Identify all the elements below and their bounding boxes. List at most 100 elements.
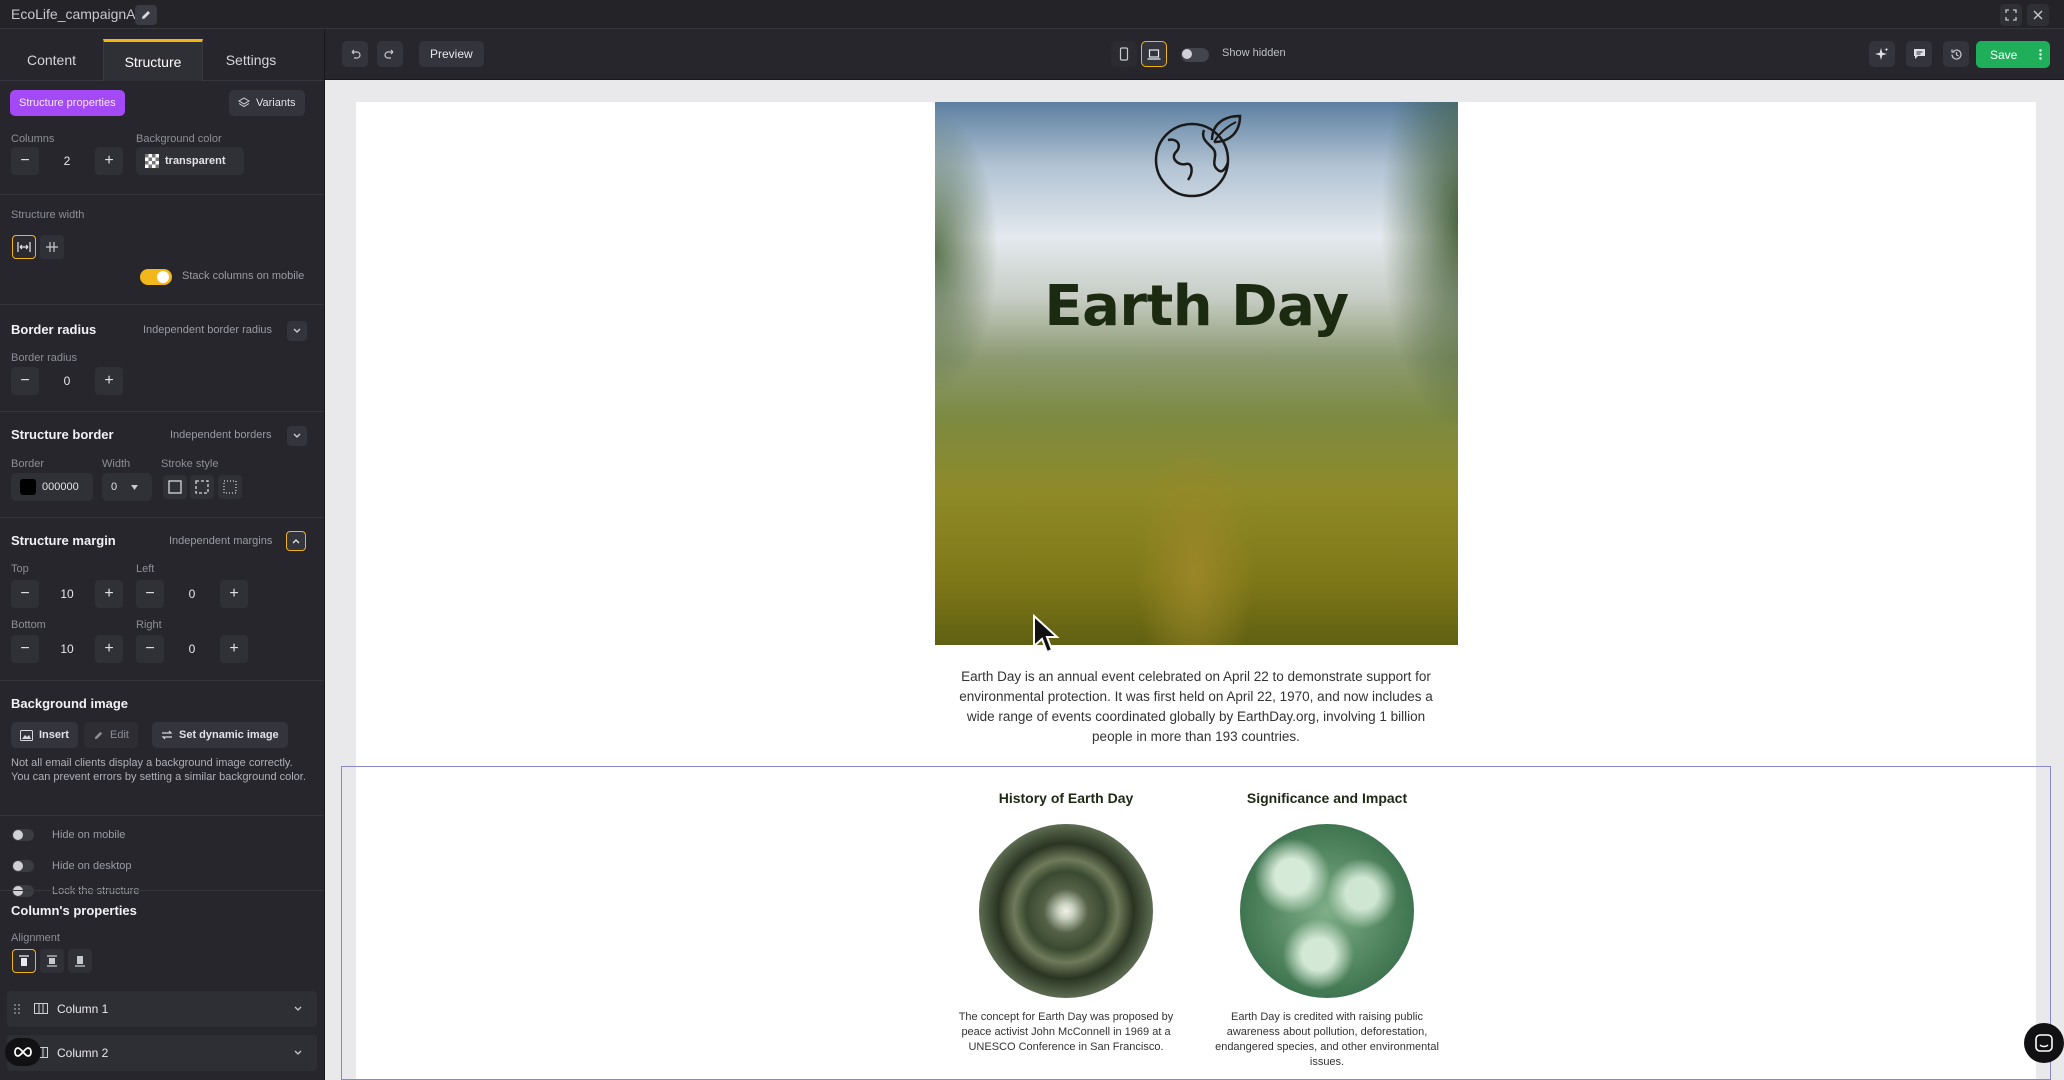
edit-image-button[interactable]: Edit [84, 722, 138, 748]
undo-icon [351, 49, 361, 59]
image-icon [20, 729, 33, 741]
comments-button[interactable] [1906, 41, 1932, 67]
fullscreen-button[interactable] [2000, 4, 2022, 26]
divider [0, 680, 324, 681]
margin-bottom-increment-button[interactable]: + [95, 635, 123, 663]
expand-icon [2005, 9, 2017, 21]
show-hidden-toggle[interactable] [1181, 48, 1209, 62]
divider [0, 517, 324, 518]
radius-decrement-button[interactable]: − [11, 367, 39, 395]
margin-right-increment-button[interactable]: + [220, 635, 248, 663]
close-icon [2033, 10, 2043, 20]
save-button[interactable]: Save [1976, 41, 2050, 68]
independent-margins-label: Independent margins [169, 535, 273, 547]
column-2-label: Column 2 [57, 1046, 109, 1060]
hero-banner-image[interactable]: Earth Day [935, 102, 1458, 645]
margin-right-decrement-button[interactable]: − [136, 635, 164, 663]
fixed-width-button[interactable] [12, 235, 36, 259]
align-top-button[interactable] [12, 949, 36, 973]
border-color-picker[interactable]: 000000 [11, 473, 93, 501]
margin-top-value[interactable]: 10 [39, 587, 95, 601]
pencil-icon [94, 731, 103, 739]
ai-assistant-button[interactable] [1869, 41, 1895, 67]
redo-button[interactable] [377, 41, 403, 67]
margin-bottom-value[interactable]: 10 [39, 642, 95, 656]
margin-top-decrement-button[interactable]: − [11, 580, 39, 608]
hide-on-mobile-label: Hide on mobile [52, 829, 126, 841]
close-window-button[interactable] [2027, 4, 2049, 26]
chevron-down-icon [294, 1050, 302, 1055]
columns-decrement-button[interactable]: − [11, 147, 39, 175]
align-bottom-button[interactable] [68, 949, 92, 973]
rename-button[interactable] [135, 5, 157, 25]
align-middle-button[interactable] [40, 949, 64, 973]
variants-button[interactable]: Variants [229, 90, 305, 116]
stroke-dotted-button[interactable] [218, 475, 242, 499]
forest-canopy-image[interactable] [979, 824, 1153, 998]
radius-increment-button[interactable]: + [95, 367, 123, 395]
tab-content[interactable]: Content [0, 39, 103, 81]
insert-image-button[interactable]: Insert [11, 722, 78, 748]
square-dashed-icon [195, 480, 209, 494]
independent-radius-label: Independent border radius [143, 324, 273, 336]
green-leaves-image[interactable] [1240, 824, 1414, 998]
mobile-view-button[interactable] [1111, 41, 1137, 67]
app-logo-badge[interactable] [5, 1038, 41, 1066]
margin-right-value[interactable]: 0 [164, 642, 220, 656]
column-2-row[interactable]: Column 2 [7, 1035, 317, 1071]
border-width-select[interactable]: 0 [102, 473, 152, 501]
column-1-label: Column 1 [57, 1002, 109, 1016]
margin-bottom-stepper: − 10 + [11, 635, 123, 663]
version-history-button[interactable] [1943, 41, 1969, 67]
border-radius-stepper: − 0 + [11, 367, 123, 395]
independent-borders-label: Independent borders [170, 429, 272, 441]
bg-color-value: transparent [165, 155, 226, 167]
structure-border-title: Structure border [11, 427, 114, 442]
stack-columns-toggle[interactable] [140, 269, 172, 285]
independent-borders-toggle[interactable] [287, 426, 307, 446]
tab-settings[interactable]: Settings [203, 39, 299, 81]
tab-structure[interactable]: Structure [103, 39, 203, 81]
intro-paragraph[interactable]: Earth Day is an annual event celebrated … [946, 667, 1446, 747]
preview-button[interactable]: Preview [419, 41, 484, 67]
structure-properties-button[interactable]: Structure properties [10, 90, 125, 116]
columns-increment-button[interactable]: + [95, 147, 123, 175]
margin-left-decrement-button[interactable]: − [136, 580, 164, 608]
selected-structure-outline[interactable] [341, 766, 2051, 1080]
margin-top-increment-button[interactable]: + [95, 580, 123, 608]
stroke-solid-button[interactable] [163, 475, 187, 499]
full-width-button[interactable] [40, 235, 64, 259]
margin-bottom-decrement-button[interactable]: − [11, 635, 39, 663]
margin-left-increment-button[interactable]: + [220, 580, 248, 608]
structure-properties-panel: Content Structure Settings Structure pro… [0, 29, 325, 1080]
column-1-row[interactable]: Column 1 [7, 991, 317, 1027]
desktop-view-button[interactable] [1141, 41, 1167, 67]
margin-left-value[interactable]: 0 [164, 587, 220, 601]
divider [0, 304, 324, 305]
support-chat-button[interactable] [2024, 1023, 2064, 1063]
set-dynamic-image-button[interactable]: Set dynamic image [152, 722, 288, 748]
hero-title[interactable]: Earth Day [935, 274, 1458, 339]
structure-width-label: Structure width [11, 209, 85, 221]
radius-value[interactable]: 0 [39, 374, 95, 388]
border-label: Border [11, 458, 45, 470]
column-1-text[interactable]: The concept for Earth Day was proposed b… [950, 1010, 1182, 1055]
bg-color-picker[interactable]: transparent [136, 147, 244, 175]
columns-value[interactable]: 2 [39, 154, 95, 168]
chevron-up-icon [292, 539, 300, 544]
stroke-dashed-button[interactable] [190, 475, 214, 499]
earth-leaf-icon [1154, 114, 1242, 198]
hide-on-mobile-toggle[interactable] [12, 829, 34, 841]
structure-margin-title: Structure margin [11, 533, 116, 548]
hide-on-desktop-toggle[interactable] [12, 860, 34, 872]
column-2-heading[interactable]: Significance and Impact [1207, 790, 1447, 806]
independent-radius-toggle[interactable] [287, 321, 307, 341]
column-1-heading[interactable]: History of Earth Day [946, 790, 1186, 806]
drag-handle-icon [14, 1004, 20, 1014]
width-label: Width [102, 458, 131, 470]
margin-top-label: Top [11, 563, 29, 575]
background-image-title: Background image [11, 696, 129, 711]
undo-button[interactable] [342, 41, 368, 67]
column-2-text[interactable]: Earth Day is credited with raising publi… [1211, 1010, 1443, 1070]
independent-margins-toggle[interactable] [286, 531, 306, 551]
